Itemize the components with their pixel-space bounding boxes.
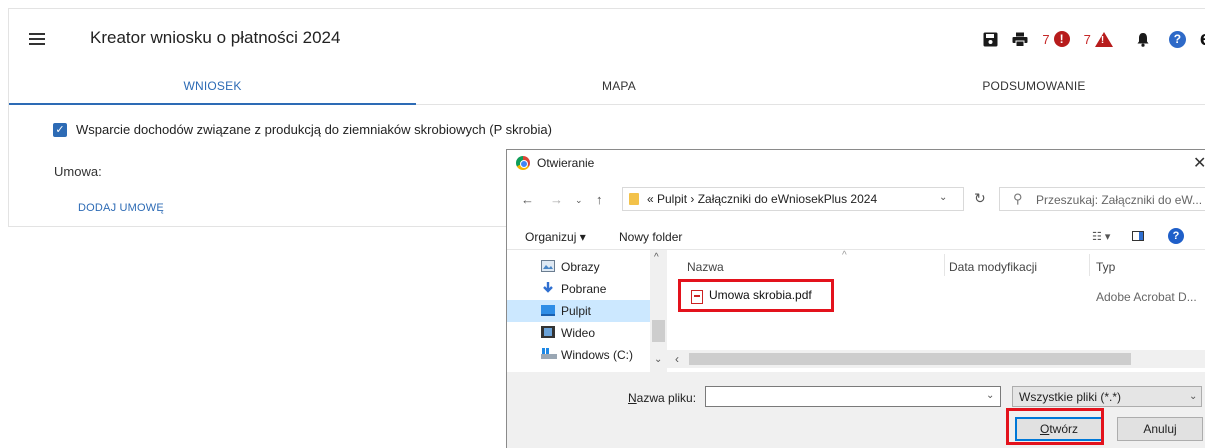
scroll-left-icon[interactable]: ‹: [675, 352, 679, 366]
column-divider[interactable]: [1089, 254, 1090, 276]
pictures-icon: [541, 260, 555, 272]
warning-count: 7: [1083, 31, 1091, 47]
close-icon[interactable]: ✕: [1193, 153, 1205, 173]
address-dropdown-icon[interactable]: ⌄: [939, 192, 947, 203]
file-type: Adobe Acrobat D...: [1096, 290, 1197, 304]
column-modified[interactable]: Data modyfikacji: [949, 260, 1037, 274]
desktop-icon: [541, 304, 555, 316]
page-title: Kreator wniosku o płatności 2024: [90, 28, 341, 47]
error-count: 7: [1042, 31, 1050, 47]
sort-caret-icon: ^: [842, 250, 847, 261]
view-options-icon[interactable]: ☷ ▾: [1092, 230, 1110, 243]
warning-icon[interactable]: !: [1094, 31, 1113, 47]
menu-icon[interactable]: [29, 33, 45, 45]
video-icon: [541, 326, 555, 338]
new-folder-button[interactable]: Nowy folder: [619, 230, 682, 244]
column-divider[interactable]: [944, 254, 945, 276]
add-umowa-link[interactable]: DODAJ UMOWĘ: [78, 202, 164, 214]
file-type-value: Wszystkie pliki (*.*): [1019, 390, 1122, 404]
support-checkbox[interactable]: ✓: [53, 123, 67, 137]
open-button-highlight-box: [1006, 408, 1104, 445]
scroll-thumb[interactable]: [652, 320, 665, 342]
nav-item-wideo[interactable]: Wideo: [507, 322, 667, 344]
user-icon[interactable]: e: [1200, 28, 1205, 51]
tab-bar: WNIOSEK MAPA PODSUMOWANIE: [8, 71, 1205, 105]
search-icon: ⚲: [1013, 191, 1023, 206]
file-open-dialog: Otwieranie ✕ ← → ⌄ ↑ « Pulpit › Załączni…: [506, 149, 1205, 448]
nav-item-label: Pulpit: [561, 304, 592, 318]
dialog-titlebar: Otwieranie ✕: [507, 150, 1205, 176]
refresh-icon[interactable]: ↻: [974, 190, 986, 207]
breadcrumb[interactable]: « Pulpit › Załączniki do eWniosekPlus 20…: [647, 192, 877, 206]
up-arrow-icon[interactable]: ↑: [596, 192, 603, 207]
help-icon[interactable]: ?: [1168, 30, 1186, 48]
error-icon-glyph: !: [1059, 32, 1064, 46]
nav-item-label: Windows (C:): [561, 348, 634, 362]
address-bar[interactable]: « Pulpit › Załączniki do eWniosekPlus 20…: [622, 187, 964, 211]
column-type[interactable]: Typ: [1096, 260, 1115, 274]
umowa-label: Umowa:: [54, 164, 102, 179]
chrome-icon: [516, 156, 530, 170]
recent-chevron-icon[interactable]: ⌄: [575, 195, 583, 206]
scroll-thumb[interactable]: [689, 353, 1131, 365]
nav-item-label: Pobrane: [561, 282, 607, 296]
nav-item-pobrane[interactable]: Pobrane: [507, 278, 667, 300]
nav-item-windows-c[interactable]: Windows (C:): [507, 344, 667, 366]
warning-icon-glyph: !: [1100, 34, 1105, 46]
print-icon[interactable]: [1012, 32, 1028, 47]
file-highlight-box: [678, 279, 834, 312]
support-checkbox-label: Wsparcie dochodów związane z produkcją d…: [76, 122, 552, 137]
error-icon[interactable]: !: [1053, 31, 1070, 47]
tab-wniosek[interactable]: WNIOSEK: [9, 71, 416, 105]
scroll-down-icon[interactable]: ⌄: [654, 354, 662, 365]
save-icon[interactable]: [983, 32, 998, 47]
forward-arrow-icon[interactable]: →: [550, 192, 563, 207]
nav-item-label: Wideo: [561, 326, 596, 340]
folder-icon: [629, 193, 639, 205]
nav-item-label: Obrazy: [561, 260, 600, 274]
scroll-up-icon[interactable]: ^: [654, 252, 659, 263]
navigation-pane: Obrazy Pobrane Pulpit Wideo Windows (C:): [507, 250, 667, 372]
preview-pane-icon[interactable]: [1132, 231, 1144, 241]
filename-label: Nazwa pliku:: [628, 391, 697, 405]
help-icon-glyph: ?: [1173, 32, 1182, 46]
app-header: Kreator wniosku o płatności 2024 7 ! 7 !…: [8, 8, 1205, 71]
back-arrow-icon[interactable]: ←: [521, 192, 534, 207]
toolbar: 7 ! 7 ! ? e: [969, 27, 1205, 51]
bell-icon[interactable]: [1137, 32, 1149, 47]
command-bar: Organizuj ▾ Nowy folder ☷ ▾ ?: [507, 222, 1205, 250]
search-box[interactable]: ⚲ Przeszukaj: Załączniki do eW...: [999, 187, 1205, 211]
search-input[interactable]: Przeszukaj: Załączniki do eW...: [1036, 193, 1202, 207]
file-type-select[interactable]: Wszystkie pliki (*.*) ⌄: [1012, 386, 1202, 407]
downloads-icon: [541, 282, 555, 294]
dialog-title: Otwieranie: [537, 156, 595, 170]
help-icon[interactable]: ?: [1168, 228, 1184, 244]
organize-menu[interactable]: Organizuj ▾: [525, 230, 586, 244]
cancel-button[interactable]: Anuluj: [1117, 417, 1203, 441]
tab-podsumowanie[interactable]: PODSUMOWANIE: [822, 71, 1205, 105]
nav-item-pulpit[interactable]: Pulpit: [507, 300, 667, 322]
nav-item-obrazy[interactable]: Obrazy: [507, 256, 667, 278]
horizontal-scrollbar[interactable]: ‹: [667, 350, 1205, 368]
filename-input[interactable]: ⌄: [705, 386, 1001, 407]
navigation-bar: ← → ⌄ ↑ « Pulpit › Załączniki do eWniose…: [507, 176, 1205, 222]
drive-icon: [541, 348, 557, 360]
navigation-scrollbar[interactable]: ^ ⌄: [650, 250, 667, 372]
filename-dropdown-icon[interactable]: ⌄: [986, 390, 994, 401]
tab-mapa[interactable]: MAPA: [416, 71, 822, 105]
chevron-down-icon: ⌄: [1189, 391, 1198, 402]
column-name[interactable]: Nazwa: [687, 260, 724, 274]
